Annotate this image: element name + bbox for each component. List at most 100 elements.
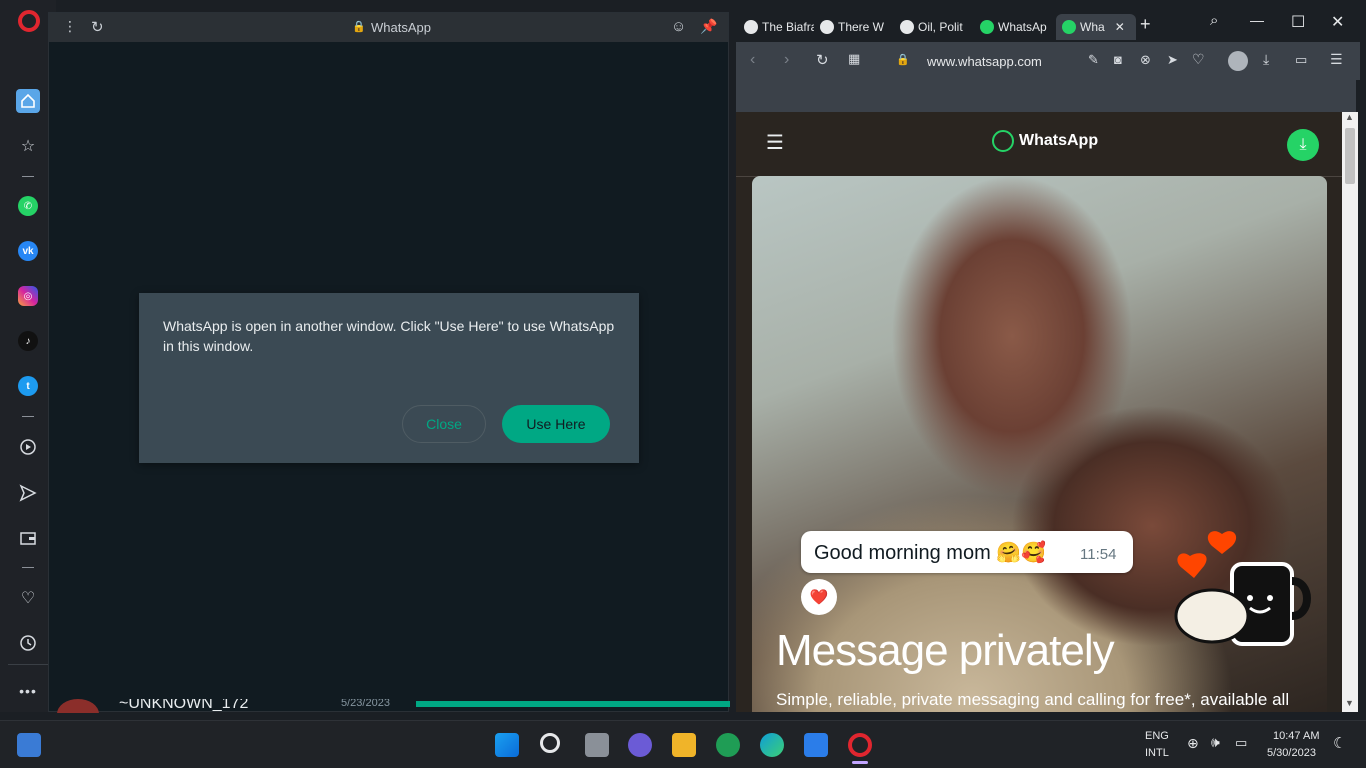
sidebar-divider <box>8 664 48 665</box>
more-icon[interactable]: ••• <box>16 679 40 703</box>
scroll-up-icon[interactable]: ▲ <box>1345 112 1354 122</box>
lock-icon: 🔒 <box>352 21 366 33</box>
search-icon[interactable] <box>540 733 560 753</box>
whatsapp-site-header: ☰ WhatsApp ⤓ <box>736 112 1356 176</box>
minimize-icon[interactable]: — <box>1250 12 1264 28</box>
pin-icon[interactable]: 📌 <box>700 18 717 35</box>
chat-time: 11:54 <box>1080 546 1117 563</box>
battery-icon[interactable]: ▭ <box>1235 735 1247 751</box>
task-view-icon[interactable] <box>585 733 609 757</box>
page-scrollbar[interactable]: ▲ ▼ <box>1342 112 1358 712</box>
lang-label[interactable]: ENG <box>1145 730 1169 742</box>
search-icon[interactable]: ⌕ <box>1210 12 1218 29</box>
back-icon[interactable]: ‹ <box>750 51 755 69</box>
tab-there[interactable]: There W <box>820 14 888 40</box>
globe-icon <box>744 20 758 34</box>
camera-icon[interactable]: ◙ <box>1114 52 1122 67</box>
profile-icon[interactable] <box>1228 51 1248 71</box>
hero-title: Message privately <box>776 626 1115 675</box>
toolbar-extension-area <box>736 80 1356 112</box>
store-icon[interactable] <box>804 733 828 757</box>
clock-date[interactable]: 5/30/2023 <box>1267 747 1316 759</box>
network-icon[interactable]: ⊕ <box>1187 735 1199 752</box>
battery-icon[interactable]: ▭ <box>1295 52 1307 68</box>
avatar <box>57 699 99 713</box>
reload-icon[interactable]: ↻ <box>91 18 104 36</box>
heart-icon[interactable]: ♡ <box>16 586 40 610</box>
brand-name[interactable]: WhatsApp <box>1019 132 1098 150</box>
reaction-heart: ❤️ <box>801 579 837 615</box>
tab-oil[interactable]: Oil, Polit <box>900 14 968 40</box>
dialog-message: WhatsApp is open in another window. Clic… <box>163 318 615 354</box>
edge-icon[interactable] <box>760 733 784 757</box>
close-window-icon[interactable]: ✕ <box>1331 12 1344 32</box>
chatgpt-icon[interactable] <box>716 733 740 757</box>
instagram-icon[interactable]: ◎ <box>16 284 40 308</box>
lock-icon: 🔒 <box>896 54 910 66</box>
url-field[interactable]: www.whatsapp.com <box>927 54 1042 69</box>
heart-icon[interactable]: ♡ <box>1192 51 1205 68</box>
scrollbar-thumb[interactable] <box>1345 128 1355 184</box>
chat-list-peek: ~UNKNOWN_172 5/23/2023 <box>49 699 730 713</box>
panel-menu-icon[interactable]: ⋮ <box>63 18 77 35</box>
opera-logo-icon[interactable] <box>18 10 40 32</box>
whatsapp-icon[interactable]: ✆ <box>16 194 40 218</box>
send-icon[interactable] <box>16 481 40 505</box>
hero-subtitle: Simple, reliable, private messaging and … <box>776 690 1290 709</box>
chat-name: ~UNKNOWN_172 <box>119 699 249 712</box>
sidebar-divider <box>22 176 34 177</box>
globe-icon <box>820 20 834 34</box>
whatsapp-panel: ⋮ ↻ 🔒 WhatsApp ☺ 📌 WhatsApp is open in a… <box>48 12 730 713</box>
home-icon[interactable] <box>16 89 40 113</box>
volume-icon[interactable]: 🕪 <box>1211 734 1220 751</box>
history-icon[interactable] <box>16 631 40 655</box>
tab-whatsapp-active[interactable]: Wha ✕ <box>1056 14 1136 40</box>
player-icon[interactable] <box>16 435 40 459</box>
scroll-down-icon[interactable]: ▼ <box>1345 698 1354 708</box>
forward-icon[interactable]: › <box>784 51 789 69</box>
file-explorer-icon[interactable] <box>672 733 696 757</box>
hamburger-icon[interactable]: ☰ <box>766 130 784 155</box>
layout-label[interactable]: INTL <box>1145 747 1169 759</box>
hero-photo: Good morning mom 🤗🥰 11:54 ❤️ Message pri… <box>752 176 1327 712</box>
use-here-dialog: WhatsApp is open in another window. Clic… <box>139 293 639 463</box>
browser-tabstrip: The Biafra There W Oil, Polit WhatsAp Wh… <box>736 10 1366 42</box>
sidebar-divider <box>22 567 34 568</box>
maximize-icon[interactable]: ☐ <box>1291 12 1305 32</box>
new-tab-icon[interactable]: + <box>1140 14 1151 35</box>
active-app-indicator <box>852 761 868 764</box>
webpage-viewport: ☰ WhatsApp ⤓ Good morning mom 🤗🥰 11:54 ❤… <box>736 80 1356 712</box>
chat-icon[interactable] <box>628 733 652 757</box>
address-bar: ‹ › ↻ ▦ 🔒 www.whatsapp.com ✎ ◙ ⊗ ➤ ♡ ⤓ ▭… <box>736 42 1360 80</box>
vk-icon[interactable]: vk <box>16 239 40 263</box>
settings-icon[interactable]: ☰ <box>1330 51 1343 68</box>
wallet-icon[interactable] <box>16 526 40 550</box>
send-icon[interactable]: ➤ <box>1167 52 1178 68</box>
use-here-button[interactable]: Use Here <box>502 405 610 443</box>
clock-time[interactable]: 10:47 AM <box>1273 730 1319 742</box>
tab-whatsapp[interactable]: WhatsAp <box>980 14 1048 40</box>
whatsapp-icon <box>980 20 994 34</box>
block-icon[interactable]: ⊗ <box>1140 52 1151 68</box>
reload-icon[interactable]: ↻ <box>816 51 829 69</box>
twitter-icon[interactable]: t <box>16 374 40 398</box>
opera-icon[interactable] <box>848 733 872 757</box>
widgets-icon[interactable] <box>17 733 41 757</box>
chat-date: 5/23/2023 <box>341 699 390 709</box>
chat-message: Good morning mom 🤗🥰 <box>814 542 1047 564</box>
globe-icon <box>900 20 914 34</box>
start-icon[interactable] <box>495 733 519 757</box>
download-button[interactable]: ⤓ <box>1287 129 1319 161</box>
edit-icon[interactable]: ✎ <box>1088 52 1099 68</box>
close-tab-icon[interactable]: ✕ <box>1115 20 1125 34</box>
tiktok-icon[interactable]: ♪ <box>16 329 40 353</box>
tab-biafra[interactable]: The Biafra <box>744 14 814 40</box>
star-icon[interactable]: ☆ <box>16 134 40 158</box>
download-icon[interactable]: ⤓ <box>1263 51 1269 68</box>
panel-title: WhatsApp <box>371 20 431 35</box>
close-button[interactable]: Close <box>402 405 486 443</box>
sidebar-divider <box>22 416 34 417</box>
emoji-icon[interactable]: ☺ <box>671 18 686 35</box>
focus-assist-icon[interactable]: ☾ <box>1333 734 1346 752</box>
tabs-grid-icon[interactable]: ▦ <box>848 51 860 67</box>
